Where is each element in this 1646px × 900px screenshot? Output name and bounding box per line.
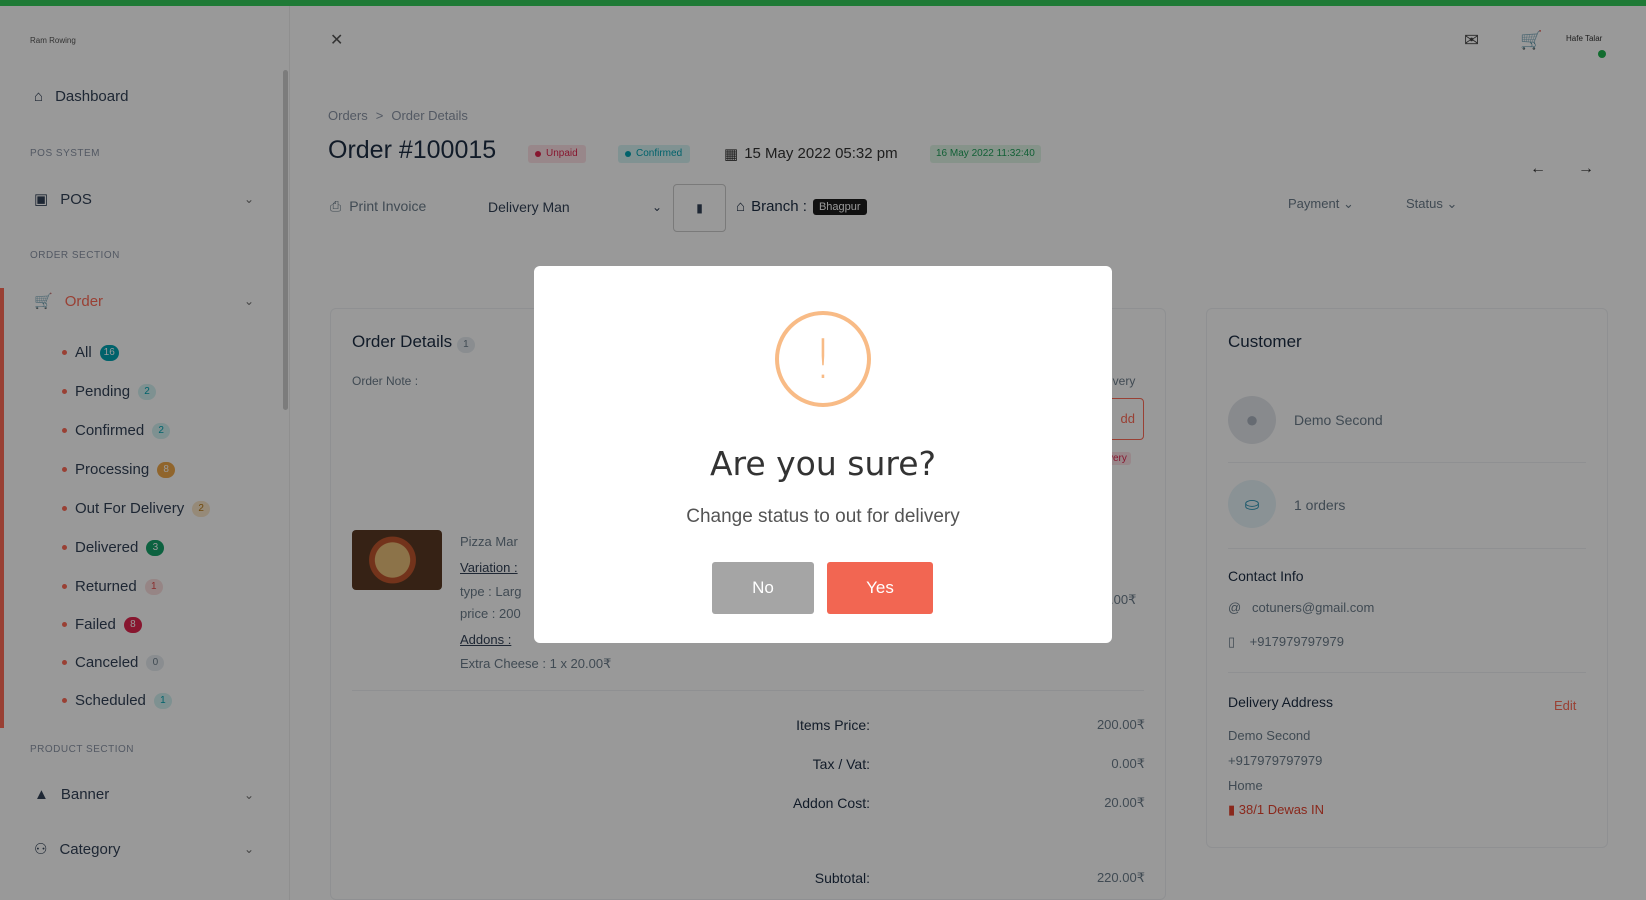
no-button[interactable]: No — [712, 562, 814, 614]
dialog-message: Change status to out for delivery — [686, 506, 960, 527]
dialog-title: Are you sure? — [709, 444, 937, 483]
warning-icon: ! — [775, 311, 871, 407]
confirm-dialog: ! Are you sure? Change status to out for… — [534, 266, 1112, 643]
yes-button[interactable]: Yes — [827, 562, 933, 614]
